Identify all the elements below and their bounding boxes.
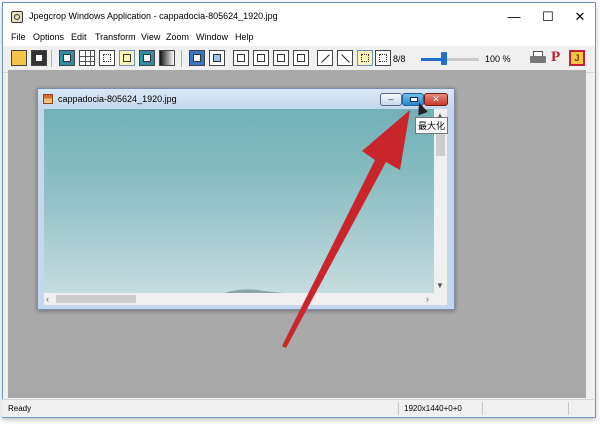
status-bar: Ready 1920x1440+0+0 <box>2 399 594 417</box>
annotation-arrow <box>282 110 410 348</box>
image-dimensions: 1920x1440+0+0 <box>404 404 462 413</box>
status-text: Ready <box>8 404 32 413</box>
